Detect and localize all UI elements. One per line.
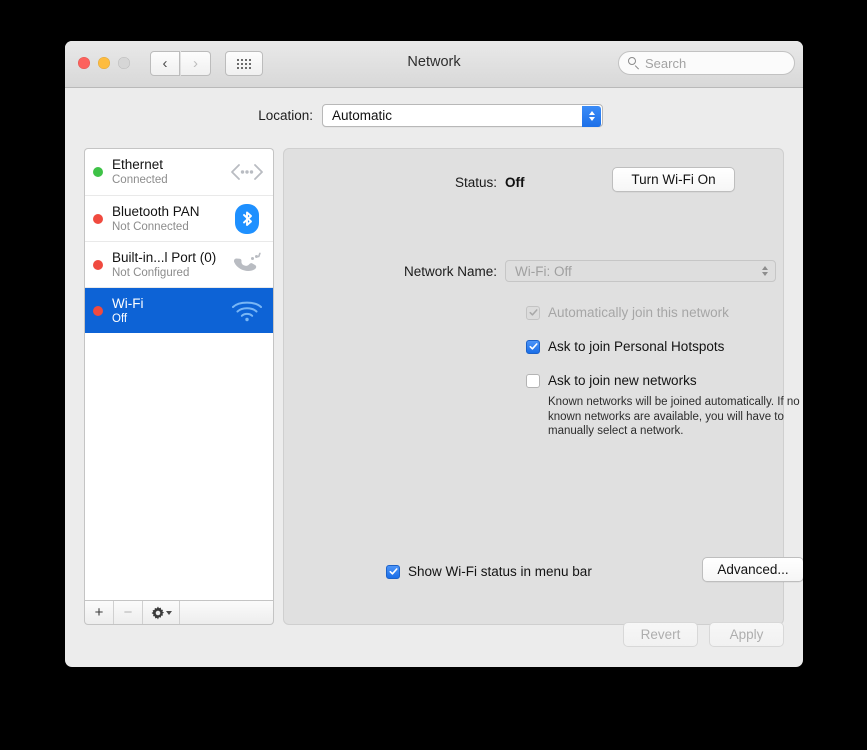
- status-value: Off: [505, 174, 525, 190]
- sidebar-item-wifi[interactable]: Wi-Fi Off: [85, 287, 273, 333]
- chevron-updown-icon: [762, 266, 768, 276]
- status-indicator: [93, 259, 103, 270]
- chevron-updown-icon: [582, 105, 601, 127]
- new-networks-checkbox-row[interactable]: Ask to join new networks: [526, 373, 697, 388]
- status-indicator: [93, 305, 103, 316]
- hotspots-checkbox[interactable]: [526, 339, 540, 354]
- new-networks-label: Ask to join new networks: [548, 373, 697, 388]
- remove-service-button[interactable]: −: [114, 601, 143, 624]
- checkmark-icon: [528, 343, 538, 350]
- location-label: Location:: [258, 107, 313, 123]
- help-text: Known networks will be joined automatica…: [548, 396, 800, 437]
- menubar-label: Show Wi-Fi status in menu bar: [408, 564, 592, 579]
- checkmark-icon: [528, 309, 538, 316]
- list-item[interactable]: Bluetooth PAN Not Connected: [85, 195, 273, 241]
- menubar-checkbox[interactable]: [386, 564, 400, 579]
- status-indicator: [93, 167, 103, 177]
- status-label: Status:: [454, 174, 497, 190]
- serial-port-icon: [227, 247, 267, 283]
- menubar-checkbox-row[interactable]: Show Wi-Fi status in menu bar: [386, 564, 592, 579]
- status-indicator: [93, 213, 103, 224]
- wifi-settings-panel: Status: Off Turn Wi-Fi On Network Name: …: [283, 148, 803, 625]
- service-name: Wi-Fi: [112, 295, 144, 311]
- network-name-label: Network Name:: [403, 263, 497, 279]
- ethernet-icon: [227, 154, 267, 190]
- network-services-list[interactable]: Ethernet Connected Bluetooth PAN Not Con…: [84, 148, 274, 600]
- location-row: Location: Automatic: [65, 101, 803, 129]
- service-name: Ethernet: [112, 157, 164, 172]
- auto-join-checkbox: [526, 305, 540, 320]
- auto-join-label: Automatically join this network: [548, 305, 729, 320]
- search-icon: [628, 57, 640, 69]
- apply-button[interactable]: Apply: [709, 622, 784, 647]
- checkmark-icon: [388, 568, 398, 575]
- gear-icon: [151, 606, 164, 619]
- list-item[interactable]: Built-in...l Port (0) Not Configured: [85, 241, 273, 287]
- hotspots-label: Ask to join Personal Hotspots: [548, 339, 725, 354]
- network-preferences-window: ‹ › Network Search Location: Automatic E…: [65, 41, 803, 667]
- new-networks-checkbox[interactable]: [526, 373, 540, 388]
- toolbar-filler: [180, 601, 273, 624]
- network-name-row: Network Name: Wi-Fi: Off: [284, 260, 783, 282]
- action-menu-button[interactable]: [143, 601, 180, 624]
- hotspots-checkbox-row[interactable]: Ask to join Personal Hotspots: [526, 339, 724, 354]
- location-select[interactable]: Automatic: [322, 103, 603, 127]
- network-name-select[interactable]: Wi-Fi: Off: [505, 260, 776, 282]
- network-name-value: Wi-Fi: Off: [515, 263, 572, 279]
- service-status: Not Connected: [112, 220, 189, 233]
- wifi-icon: [227, 293, 267, 329]
- service-status: Not Configured: [112, 266, 190, 279]
- turn-wifi-on-button[interactable]: Turn Wi-Fi On: [612, 167, 735, 192]
- revert-button[interactable]: Revert: [623, 622, 698, 647]
- list-item[interactable]: Ethernet Connected: [85, 149, 273, 195]
- chevron-down-icon: [165, 610, 172, 615]
- window-titlebar: ‹ › Network Search: [65, 41, 803, 88]
- advanced-button[interactable]: Advanced...: [702, 557, 803, 582]
- search-placeholder: Search: [645, 55, 687, 71]
- service-name: Bluetooth PAN: [112, 203, 200, 219]
- service-status: Off: [112, 312, 128, 325]
- service-name: Built-in...l Port (0): [112, 249, 217, 265]
- service-list-toolbar: + −: [84, 600, 274, 625]
- bluetooth-icon: [227, 201, 267, 237]
- location-value: Automatic: [332, 107, 393, 123]
- service-status: Connected: [112, 174, 168, 186]
- auto-join-checkbox-row[interactable]: Automatically join this network: [526, 305, 729, 320]
- add-service-button[interactable]: +: [85, 601, 114, 624]
- search-input[interactable]: Search: [618, 51, 795, 75]
